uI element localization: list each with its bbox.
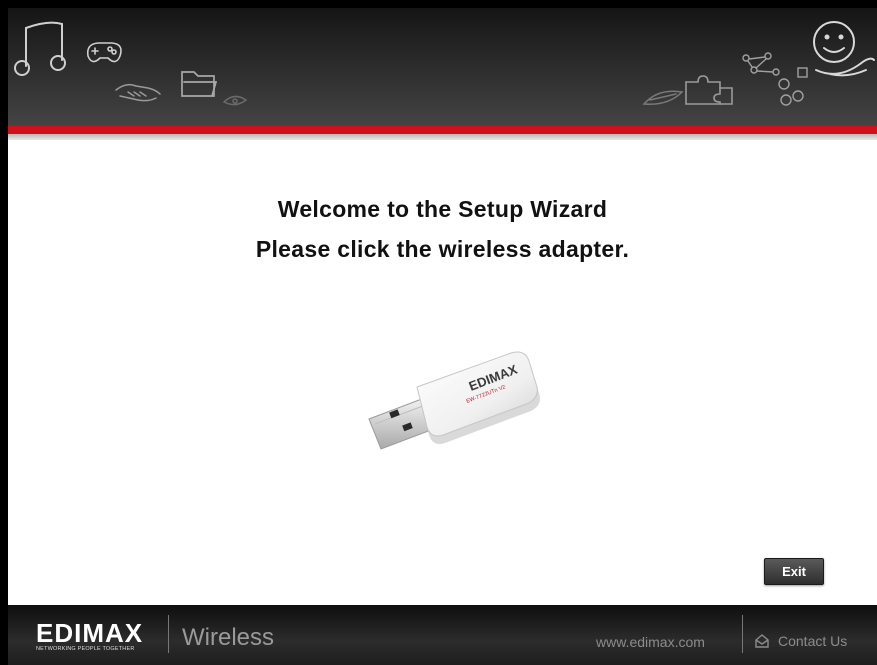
product-name: Wireless xyxy=(182,624,275,651)
footer-divider xyxy=(168,615,169,653)
folder-icon xyxy=(181,71,218,97)
wireless-adapter-image[interactable]: EDIMAX EW-7722UTn V2 xyxy=(363,345,543,465)
instruction-text: Please click the wireless adapter. xyxy=(255,236,630,262)
mail-icon xyxy=(755,634,769,648)
welcome-title: Welcome to the Setup Wizard xyxy=(277,196,608,222)
network-icon xyxy=(742,52,808,106)
puzzle-icon xyxy=(685,75,733,105)
handshake-icon xyxy=(115,83,161,102)
logo-text: EDIMAX xyxy=(36,618,144,648)
accent-red-bar xyxy=(8,126,877,134)
smiley-icon xyxy=(813,21,875,77)
contact-us-link[interactable]: Contact Us xyxy=(754,633,847,649)
footer-divider xyxy=(742,615,743,653)
edimax-logo: EDIMAX NETWORKING PEOPLE TOGETHER xyxy=(36,618,144,652)
eye-icon xyxy=(222,95,248,106)
main-content: Welcome to the Setup Wizard Please click… xyxy=(8,140,877,605)
header-banner xyxy=(8,8,877,126)
footer-bar: EDIMAX NETWORKING PEOPLE TOGETHER Wirele… xyxy=(8,605,877,665)
adapter-body: EDIMAX EW-7722UTn V2 xyxy=(416,351,540,444)
contact-us-label: Contact Us xyxy=(778,633,848,649)
app-window: Welcome to the Setup Wizard Please click… xyxy=(0,0,877,665)
music-note-icon xyxy=(14,21,66,76)
logo-tagline: NETWORKING PEOPLE TOGETHER xyxy=(36,646,135,652)
exit-button[interactable]: Exit xyxy=(764,558,824,585)
gamepad-icon xyxy=(86,42,122,63)
pen-icon xyxy=(642,90,684,105)
website-link[interactable]: www.edimax.com xyxy=(596,634,705,650)
